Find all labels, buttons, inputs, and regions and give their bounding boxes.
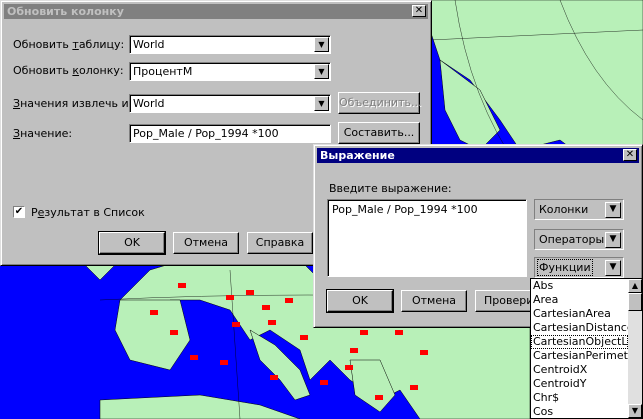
- cancel-button[interactable]: Отмена: [173, 232, 239, 254]
- functions-list[interactable]: Abs Area CartesianArea CartesianDistance Car…: [530, 278, 643, 419]
- scroll-up-icon[interactable]: ▲: [628, 279, 642, 293]
- operators-dropdown[interactable]: Операторы ▼: [534, 229, 624, 250]
- expr-ok-button[interactable]: OK: [326, 289, 394, 313]
- scrollbar[interactable]: ▲ ▼: [628, 279, 642, 418]
- source-label: Значения извлечь из:: [13, 97, 139, 110]
- source-select[interactable]: World ▼: [129, 94, 331, 113]
- update-column-title: Обновить колонку: [7, 5, 124, 18]
- result-checkbox[interactable]: ✔: [13, 206, 25, 218]
- result-label: Результат в Список: [31, 206, 145, 219]
- scroll-down-icon[interactable]: ▼: [628, 404, 642, 418]
- functions-list-items: Abs Area CartesianArea CartesianDistance Car…: [531, 279, 641, 418]
- list-item[interactable]: CartesianArea: [531, 307, 628, 321]
- expression-title: Выражение: [320, 149, 395, 162]
- columns-dropdown[interactable]: Колонки ▼: [534, 199, 624, 220]
- chevron-down-icon[interactable]: ▼: [605, 260, 621, 276]
- list-item[interactable]: Cos: [531, 405, 628, 418]
- list-item[interactable]: CartesianPerimeter: [531, 349, 639, 363]
- expression-textarea[interactable]: Pop_Male / Pop_1994 *100: [327, 199, 527, 277]
- ok-button[interactable]: OK: [98, 231, 166, 255]
- chevron-down-icon[interactable]: ▼: [605, 202, 621, 218]
- compose-button[interactable]: Составить...: [338, 122, 420, 144]
- close-icon[interactable]: ✕: [412, 5, 426, 17]
- list-item[interactable]: CartesianDistance: [531, 321, 634, 335]
- functions-dropdown[interactable]: Функции ▼: [534, 257, 624, 278]
- table-label: Обновить таблицу:: [13, 38, 125, 51]
- list-item[interactable]: Area: [531, 293, 628, 307]
- expression-prompt: Введите выражение:: [329, 182, 452, 195]
- list-item[interactable]: CartesianObjectLen: [531, 335, 641, 349]
- list-item[interactable]: CentroidX: [531, 363, 628, 377]
- help-button[interactable]: Справка: [247, 232, 313, 254]
- table-select[interactable]: World ▼: [129, 35, 331, 54]
- list-item[interactable]: Chr$: [531, 391, 628, 405]
- update-column-titlebar: Обновить колонку ✕: [4, 4, 428, 19]
- join-button[interactable]: Объединить...: [338, 92, 421, 114]
- column-select[interactable]: ПроцентМ ▼: [129, 62, 331, 81]
- value-label: Значение:: [13, 127, 73, 140]
- chevron-down-icon[interactable]: ▼: [314, 37, 329, 52]
- list-item[interactable]: CentroidY: [531, 377, 628, 391]
- column-label: Обновить колонку:: [13, 64, 124, 77]
- chevron-down-icon[interactable]: ▼: [314, 96, 329, 111]
- expr-cancel-button[interactable]: Отмена: [401, 290, 467, 312]
- list-item[interactable]: Abs: [531, 279, 628, 293]
- chevron-down-icon[interactable]: ▼: [605, 232, 621, 248]
- scroll-thumb[interactable]: [628, 293, 642, 311]
- expression-titlebar: Выражение ✕: [317, 148, 639, 163]
- chevron-down-icon[interactable]: ▼: [314, 64, 329, 79]
- value-input[interactable]: Pop_Male / Pop_1994 *100: [129, 124, 331, 143]
- close-icon[interactable]: ✕: [623, 149, 637, 161]
